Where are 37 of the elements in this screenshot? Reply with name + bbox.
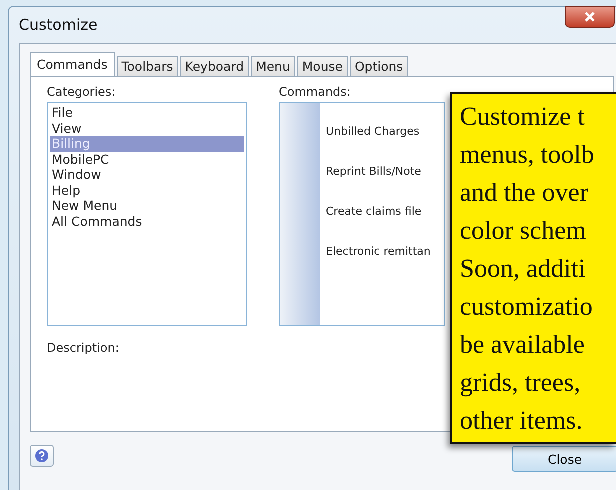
tab[interactable]: Options [350,56,408,76]
list-item[interactable]: Electronic remittan [320,245,431,285]
list-item[interactable]: Create claims file [320,205,431,245]
callout-text: menus, toolb [460,139,596,171]
tab[interactable]: Keyboard [180,56,250,76]
tab[interactable]: Commands [30,52,115,76]
list-item[interactable]: New Menu [50,198,244,214]
help-button[interactable] [30,445,54,467]
help-icon [35,449,49,463]
close-button[interactable] [565,6,615,28]
tab[interactable]: Menu [251,56,296,76]
list-item[interactable]: Reprint Bills/Note [320,165,431,205]
list-item[interactable]: Window [50,167,244,182]
callout-text: grids, trees, [460,367,582,399]
tab[interactable]: Toolbars [116,56,178,76]
commands-label: Commands: [279,85,352,99]
callout-text: color schem [460,215,588,247]
list-item[interactable]: View [50,120,244,136]
callout-text: be available [460,329,586,361]
close-icon [584,11,596,23]
callout-text: Soon, additi [460,253,587,285]
commands-list[interactable]: Unbilled Charges Reprint Bills/Note Create claims file Electronic remittan [279,102,445,326]
categories-label: Categories: [47,85,117,99]
callout-text: customizatio [460,291,594,323]
list-item[interactable]: All Commands [50,214,244,229]
close-dialog-button[interactable]: Close [512,446,616,472]
description-label: Description: [47,341,120,355]
callout-text: Customize t [460,101,586,133]
list-item[interactable]: File [50,105,244,120]
list-item[interactable]: Unbilled Charges [320,125,431,165]
callout-text: and the over [460,177,590,209]
callout-text: other items. [460,405,584,437]
list-item[interactable]: MobilePC [50,152,244,167]
tab[interactable]: Mouse [297,56,348,76]
categories-list[interactable]: File View Billing MobilePC Window Help New Menu All Commands [47,102,247,326]
window-title: Customize [19,16,98,34]
list-item[interactable]: Help [50,182,244,198]
